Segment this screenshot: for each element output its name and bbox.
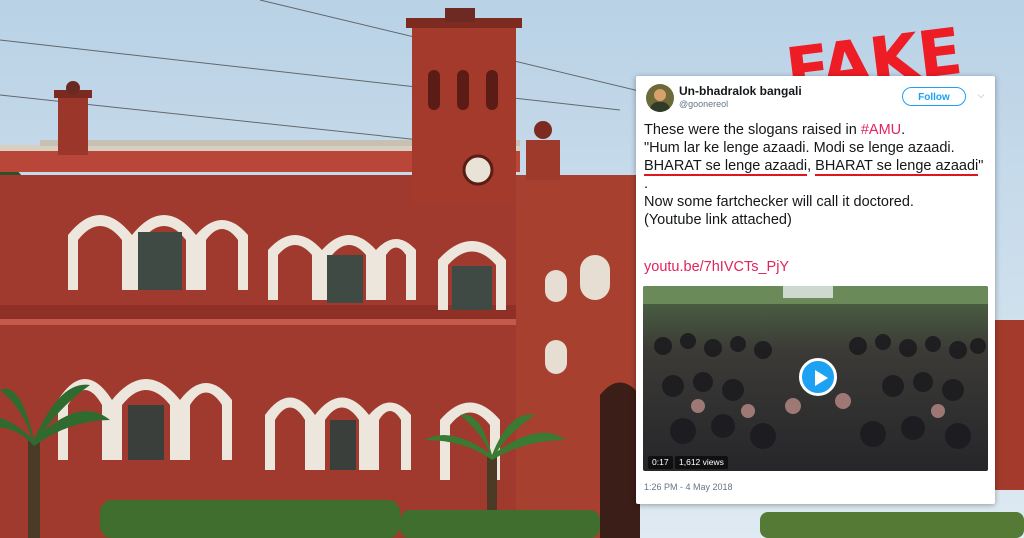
tweet-text-part: Now some fartchecker will call it doctor…	[644, 194, 914, 210]
play-icon[interactable]	[799, 358, 837, 396]
video-duration: 0:17	[648, 456, 673, 469]
tweet-text-part: ,	[807, 158, 816, 174]
tweet-text: These were the slogans raised in #AMU. "…	[644, 121, 990, 229]
video-views: 1,612 views	[675, 456, 728, 469]
tweet-handle[interactable]: @goonereol	[679, 99, 728, 109]
chevron-down-icon[interactable]: ⌵	[975, 89, 987, 101]
hashtag-link[interactable]: #AMU	[861, 122, 901, 138]
underlined-slogan: BHARAT se lenge azaadi	[815, 158, 979, 176]
tweet-text-part: .	[901, 122, 906, 138]
tweet-text-part: "Hum lar ke lenge azaadi. Modi se lenge …	[644, 140, 955, 156]
follow-button[interactable]: Follow	[902, 87, 966, 106]
tweet-text-part: These were the slogans raised in	[644, 122, 861, 138]
video-player[interactable]: 0:17 1,612 views	[643, 286, 988, 471]
tweet-card: Un-bhadralok bangali @goonereol Follow ⌵…	[636, 76, 995, 504]
tweet-display-name[interactable]: Un-bhadralok bangali	[679, 84, 802, 98]
tweet-timestamp[interactable]: 1:26 PM - 4 May 2018	[644, 482, 733, 492]
tweet-text-part: (Youtube link attached)	[644, 212, 792, 228]
underlined-slogan: BHARAT se lenge azaadi	[644, 158, 808, 176]
avatar[interactable]	[646, 84, 674, 112]
youtube-link[interactable]: youtu.be/7hIVCTs_PjY	[644, 259, 789, 275]
